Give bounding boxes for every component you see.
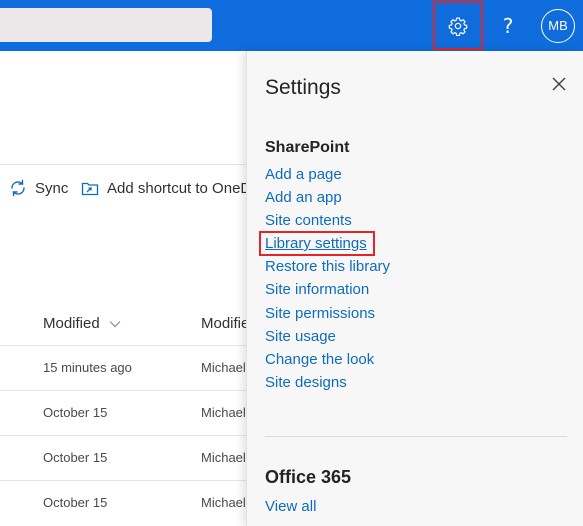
column-header-label: Modifie — [201, 315, 250, 332]
link-change-look[interactable]: Change the look — [265, 351, 374, 368]
close-icon — [552, 77, 566, 91]
link-library-settings[interactable]: Library settings — [265, 235, 367, 252]
account-button[interactable]: MB — [540, 0, 576, 51]
add-shortcut-label: Add shortcut to OneD — [107, 179, 252, 197]
sharepoint-heading: SharePoint — [265, 139, 350, 156]
link-add-page[interactable]: Add a page — [265, 166, 342, 183]
column-header-modified-by[interactable]: Modifie — [201, 315, 249, 332]
column-header-modified[interactable]: Modified — [43, 315, 121, 332]
add-shortcut-icon — [81, 182, 99, 196]
search-input[interactable] — [0, 8, 212, 42]
link-site-contents[interactable]: Site contents — [265, 212, 352, 229]
cell-modified: 15 minutes ago — [43, 360, 132, 375]
column-header-label: Modified — [43, 315, 100, 332]
cell-modified-by: Michael — [201, 495, 246, 510]
sync-label: Sync — [35, 179, 69, 197]
sync-icon — [11, 179, 25, 197]
panel-divider — [265, 436, 567, 437]
command-bar-divider — [0, 164, 246, 165]
help-button[interactable]: ? — [487, 0, 529, 51]
settings-button[interactable] — [433, 0, 483, 51]
help-icon: ? — [502, 13, 514, 38]
cell-modified-by: Michael — [201, 360, 246, 375]
link-site-information[interactable]: Site information — [265, 281, 369, 298]
add-shortcut-button[interactable]: Add shortcut to OneD — [81, 179, 251, 197]
library-content: Sync Add shortcut to OneD Modified Modif… — [0, 51, 251, 526]
close-button[interactable] — [550, 75, 568, 93]
cell-modified: October 15 — [43, 405, 108, 420]
office-365-heading: Office 365 — [265, 467, 352, 487]
suite-header: ? MB — [0, 0, 583, 51]
cell-modified-by: Michael — [201, 405, 246, 420]
row-divider — [0, 435, 246, 436]
link-site-usage[interactable]: Site usage — [265, 328, 336, 345]
sharepoint-page: ? MB Sync Add shortcut to OneD Modified … — [0, 0, 583, 526]
row-divider — [0, 480, 246, 481]
row-divider — [0, 345, 246, 346]
link-site-permissions[interactable]: Site permissions — [265, 305, 375, 322]
cell-modified: October 15 — [43, 495, 108, 510]
row-divider — [0, 390, 246, 391]
panel-title: Settings — [265, 76, 341, 99]
settings-highlight-box — [433, 1, 483, 50]
chevron-down-icon — [109, 320, 121, 327]
link-view-all[interactable]: View all — [265, 498, 316, 515]
link-site-designs[interactable]: Site designs — [265, 374, 347, 391]
avatar: MB — [541, 8, 575, 43]
link-restore-library[interactable]: Restore this library — [265, 258, 390, 275]
sync-button[interactable]: Sync — [9, 179, 68, 197]
cell-modified: October 15 — [43, 450, 108, 465]
settings-panel: Settings SharePoint Add a page Add an ap… — [246, 51, 583, 526]
link-add-app[interactable]: Add an app — [265, 189, 342, 206]
cell-modified-by: Michael — [201, 450, 246, 465]
